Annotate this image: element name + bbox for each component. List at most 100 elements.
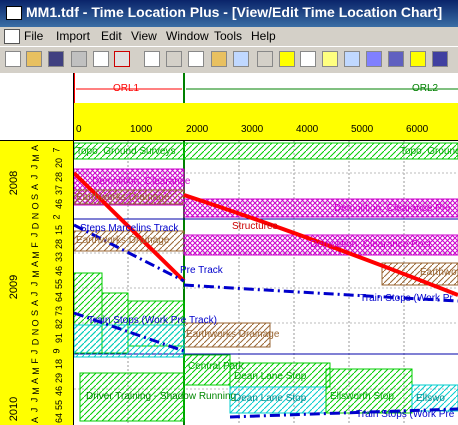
activity-label: Train Stops (Work Pr bbox=[360, 293, 453, 304]
print-icon[interactable] bbox=[71, 51, 87, 67]
activity-label: Ellswo bbox=[416, 393, 445, 404]
month-letter: A bbox=[30, 183, 41, 190]
copy-icon[interactable] bbox=[188, 51, 204, 67]
year-label: 2010 bbox=[8, 396, 21, 422]
stop-block-4 bbox=[73, 324, 185, 358]
find-icon[interactable] bbox=[233, 51, 249, 67]
activity-label: Earthworks Drainage bbox=[76, 192, 170, 203]
chainage-label: 6000 bbox=[406, 124, 429, 135]
month-letter: J bbox=[29, 349, 40, 354]
month-letter: S bbox=[30, 193, 41, 200]
month-letter: O bbox=[30, 202, 41, 210]
week-number: 73 bbox=[54, 305, 65, 316]
week-number: 37 bbox=[54, 185, 65, 196]
month-letter: D bbox=[30, 338, 41, 346]
app-icon bbox=[6, 6, 22, 20]
month-letter: A bbox=[30, 261, 41, 268]
chart-corner bbox=[0, 73, 74, 141]
activity-label: Demolition, Clearance bbox=[92, 176, 191, 187]
new-icon[interactable] bbox=[5, 51, 21, 67]
activity-label: Ellsworth Stop bbox=[330, 391, 394, 402]
month-letter: O bbox=[30, 319, 41, 327]
activity-label: Earthwo bbox=[420, 267, 457, 278]
activity-label: Earthworks Drainage bbox=[186, 329, 280, 340]
month-letter: M bbox=[30, 270, 41, 278]
month-letter: M bbox=[30, 153, 41, 162]
month-letter: J bbox=[29, 233, 40, 238]
print-preview-icon[interactable] bbox=[93, 51, 109, 67]
activity-label: Topo. Ground Surveys bbox=[76, 146, 176, 157]
time-location-chart[interactable]: 7 20 28 37 46 2 15 28 33 46 55 64 73 82 91 9 18 29 46 55 64 A… bbox=[0, 73, 458, 425]
spell-check-icon[interactable] bbox=[144, 51, 160, 67]
month-letter: J bbox=[29, 291, 40, 296]
chainage-label: 3000 bbox=[241, 124, 264, 135]
window-icon[interactable] bbox=[432, 51, 448, 67]
activity-label: Topo. Ground Surveys bbox=[400, 146, 458, 157]
activity-label: Train Stops (Work Pre bbox=[356, 409, 455, 420]
menu-file[interactable]: File bbox=[24, 29, 43, 43]
week-number: 28 bbox=[54, 238, 65, 249]
open-icon[interactable] bbox=[26, 51, 42, 67]
title-bar: MM1.tdf - Time Location Plus - [View/Edi… bbox=[0, 0, 458, 27]
export-icon[interactable] bbox=[114, 51, 130, 67]
month-letter: S bbox=[30, 309, 41, 316]
week-number: 91 bbox=[54, 332, 65, 343]
menu-bar: File Import Edit View Window Tools Help bbox=[0, 27, 458, 46]
activity-label: Pre Track bbox=[180, 265, 223, 276]
week-number: 64 bbox=[54, 292, 65, 303]
chainage-label: 1000 bbox=[130, 124, 153, 135]
pointer-icon[interactable] bbox=[300, 51, 316, 67]
month-letter: J bbox=[29, 174, 40, 180]
year-label: 2009 bbox=[8, 274, 21, 300]
week-number: 20 bbox=[54, 158, 65, 169]
chart-icon[interactable] bbox=[410, 51, 426, 67]
month-letter: J bbox=[29, 397, 40, 403]
activity-label: Demolition, Clearance Pre bbox=[334, 203, 451, 214]
week-number: 64 bbox=[54, 412, 65, 424]
route-label-orl1: ORL1 bbox=[113, 83, 140, 94]
zoom-icon[interactable] bbox=[344, 51, 360, 67]
menu-tools[interactable]: Tools bbox=[214, 29, 242, 43]
month-letter: M bbox=[30, 386, 41, 395]
help-icon[interactable] bbox=[279, 51, 295, 67]
week-number: 7 bbox=[51, 147, 62, 153]
month-letter: J bbox=[29, 407, 40, 413]
toolbar bbox=[0, 46, 458, 74]
month-letter: M bbox=[30, 367, 41, 375]
month-letter: A bbox=[30, 377, 41, 384]
menu-import[interactable]: Import bbox=[56, 29, 90, 43]
month-letter: J bbox=[29, 165, 40, 170]
activity-label: Dean Lane Stop bbox=[234, 371, 307, 382]
week-number: 18 bbox=[54, 359, 65, 370]
chainage-label: 4000 bbox=[296, 124, 319, 135]
week-number: 82 bbox=[54, 319, 65, 330]
save-icon[interactable] bbox=[48, 51, 64, 67]
week-number: 46 bbox=[54, 386, 65, 397]
activity-label: Dean Lane Stop bbox=[234, 393, 307, 404]
week-number: 46 bbox=[54, 198, 65, 209]
activity-icon[interactable] bbox=[366, 51, 382, 67]
week-number: 46 bbox=[54, 265, 65, 276]
paste-icon[interactable] bbox=[211, 51, 227, 67]
undo-icon[interactable] bbox=[257, 51, 273, 67]
chainage-label: 5000 bbox=[351, 124, 374, 135]
activity-label: Demolition, Clearance Post bbox=[310, 239, 432, 250]
activity-label: Structures bbox=[232, 221, 278, 232]
month-letter: A bbox=[30, 300, 41, 307]
menu-view[interactable]: View bbox=[131, 29, 157, 43]
month-letter: M bbox=[30, 250, 41, 259]
document-icon[interactable] bbox=[4, 29, 20, 44]
grid-icon[interactable] bbox=[388, 51, 404, 67]
edit-icon[interactable] bbox=[322, 51, 338, 67]
week-number: 15 bbox=[54, 225, 65, 236]
chainage-label: 2000 bbox=[186, 124, 209, 135]
activity-label: Driver Training - Shadow Running bbox=[86, 391, 237, 402]
menu-help[interactable]: Help bbox=[251, 29, 276, 43]
cut-icon[interactable] bbox=[166, 51, 182, 67]
month-letter: F bbox=[29, 242, 40, 248]
menu-edit[interactable]: Edit bbox=[101, 29, 122, 43]
menu-window[interactable]: Window bbox=[166, 29, 209, 43]
month-letter: A bbox=[30, 144, 41, 152]
month-letter: F bbox=[29, 358, 40, 365]
activity-label: Train Stops (Work Pre Track) bbox=[88, 315, 217, 326]
